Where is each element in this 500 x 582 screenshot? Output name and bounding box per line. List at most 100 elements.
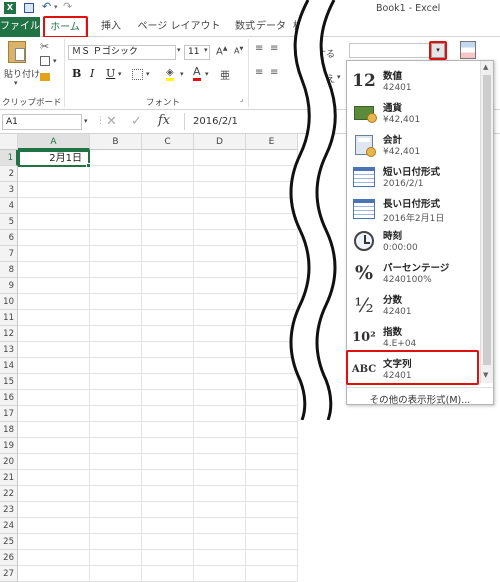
- cell[interactable]: [18, 390, 90, 406]
- cell[interactable]: [142, 246, 194, 262]
- format-short-date[interactable]: 短い日付形式 2016/2/1: [347, 161, 479, 193]
- row-header[interactable]: 22: [0, 486, 18, 502]
- font-color-icon[interactable]: A: [193, 66, 201, 81]
- cell[interactable]: [90, 182, 142, 198]
- cell[interactable]: [246, 486, 298, 502]
- cell[interactable]: [142, 390, 194, 406]
- enter-icon[interactable]: ✓: [131, 114, 142, 129]
- align-left-icon[interactable]: ≡: [255, 67, 263, 78]
- tab-file[interactable]: ファイル: [0, 17, 40, 37]
- cell[interactable]: [18, 486, 90, 502]
- cell[interactable]: [18, 534, 90, 550]
- cell[interactable]: [246, 294, 298, 310]
- cell[interactable]: [246, 246, 298, 262]
- column-header-d[interactable]: D: [194, 134, 246, 150]
- cell[interactable]: [142, 534, 194, 550]
- font-dialog-launcher-icon[interactable]: ⌟: [240, 95, 243, 103]
- formula-bar-grip-icon[interactable]: ⋮: [96, 116, 105, 126]
- cell[interactable]: [194, 438, 246, 454]
- cell[interactable]: [246, 310, 298, 326]
- cell[interactable]: [246, 550, 298, 566]
- align-top-icon[interactable]: ≡: [255, 43, 263, 54]
- cell[interactable]: [246, 470, 298, 486]
- cell[interactable]: [18, 342, 90, 358]
- row-header[interactable]: 4: [0, 198, 18, 214]
- cell[interactable]: [194, 310, 246, 326]
- cell[interactable]: [142, 550, 194, 566]
- cell[interactable]: [142, 214, 194, 230]
- cell[interactable]: [18, 422, 90, 438]
- cell[interactable]: [18, 454, 90, 470]
- row-header[interactable]: 16: [0, 390, 18, 406]
- align-middle-icon[interactable]: ≡: [270, 43, 278, 54]
- insert-function-icon[interactable]: fx: [158, 113, 170, 128]
- row-header[interactable]: 20: [0, 454, 18, 470]
- cell[interactable]: [90, 438, 142, 454]
- cell[interactable]: [90, 326, 142, 342]
- cell[interactable]: [194, 502, 246, 518]
- undo-icon[interactable]: ↶: [42, 0, 51, 13]
- format-fraction[interactable]: ½ 分数 42401: [347, 289, 479, 321]
- cell[interactable]: [246, 438, 298, 454]
- cell[interactable]: [142, 182, 194, 198]
- row-header[interactable]: 8: [0, 262, 18, 278]
- cell[interactable]: [246, 566, 298, 582]
- cell[interactable]: [142, 342, 194, 358]
- cell[interactable]: [90, 454, 142, 470]
- cell[interactable]: [194, 422, 246, 438]
- cell[interactable]: [246, 342, 298, 358]
- format-painter-icon[interactable]: [40, 73, 50, 81]
- cell[interactable]: [246, 230, 298, 246]
- cell[interactable]: [90, 262, 142, 278]
- row-header[interactable]: 11: [0, 310, 18, 326]
- italic-icon[interactable]: I: [90, 67, 94, 80]
- font-color-dropdown-icon[interactable]: ▾: [205, 70, 209, 78]
- underline-dropdown-icon[interactable]: ▾: [118, 70, 122, 78]
- underline-icon[interactable]: U: [106, 67, 115, 80]
- paste-button[interactable]: 貼り付け: [4, 67, 40, 80]
- name-box-dropdown-icon[interactable]: ▾: [84, 117, 88, 125]
- cell[interactable]: [90, 214, 142, 230]
- cell[interactable]: [142, 566, 194, 582]
- format-percentage[interactable]: % パーセンテージ 4240100%: [347, 257, 479, 289]
- cell[interactable]: [18, 182, 90, 198]
- cell[interactable]: [194, 150, 246, 166]
- tab-review-partial[interactable]: 校: [291, 17, 305, 37]
- cell[interactable]: [246, 502, 298, 518]
- cell[interactable]: [194, 262, 246, 278]
- cell[interactable]: [18, 374, 90, 390]
- cell[interactable]: [18, 166, 90, 182]
- row-header[interactable]: 9: [0, 278, 18, 294]
- row-header[interactable]: 19: [0, 438, 18, 454]
- format-time[interactable]: 時刻 0:00:00: [347, 225, 479, 257]
- cell[interactable]: [142, 422, 194, 438]
- cell[interactable]: [18, 358, 90, 374]
- cell[interactable]: [90, 294, 142, 310]
- cell[interactable]: [246, 374, 298, 390]
- cell[interactable]: [18, 246, 90, 262]
- cell[interactable]: [246, 262, 298, 278]
- cell[interactable]: [246, 182, 298, 198]
- cell[interactable]: [194, 550, 246, 566]
- cell[interactable]: [142, 278, 194, 294]
- border-icon[interactable]: [132, 69, 143, 80]
- cell[interactable]: [246, 198, 298, 214]
- cell[interactable]: [142, 502, 194, 518]
- format-number[interactable]: 12 数値 42401: [347, 65, 479, 97]
- cell[interactable]: [18, 294, 90, 310]
- cell[interactable]: [246, 214, 298, 230]
- row-header[interactable]: 12: [0, 326, 18, 342]
- cell[interactable]: [142, 438, 194, 454]
- cell[interactable]: [246, 390, 298, 406]
- paste-icon[interactable]: [8, 41, 26, 63]
- column-header-c[interactable]: C: [142, 134, 194, 150]
- cell[interactable]: [18, 550, 90, 566]
- cell[interactable]: [194, 534, 246, 550]
- cell[interactable]: [194, 198, 246, 214]
- undo-dropdown-icon[interactable]: ▾: [54, 3, 58, 11]
- cell[interactable]: [142, 230, 194, 246]
- row-header[interactable]: 7: [0, 246, 18, 262]
- cell[interactable]: [142, 486, 194, 502]
- font-size-dropdown-icon[interactable]: ▾: [204, 46, 208, 54]
- cell[interactable]: [246, 326, 298, 342]
